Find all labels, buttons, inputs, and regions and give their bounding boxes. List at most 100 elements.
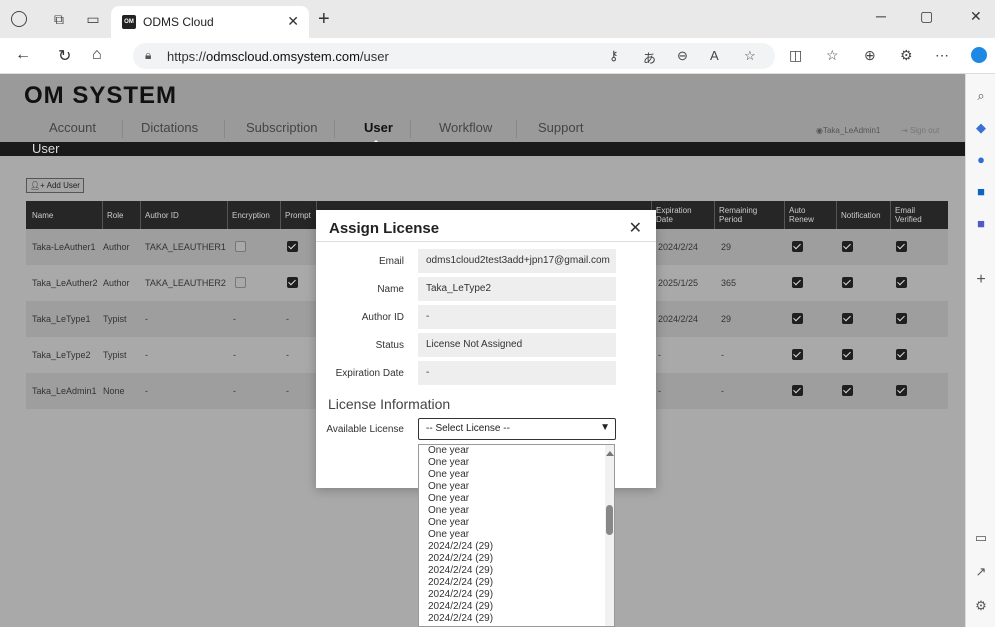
cell-author-id: TAKA_LEAUTHER2 — [145, 278, 226, 288]
cell-encryption: - — [233, 314, 236, 324]
menu-divider — [516, 120, 517, 138]
scroll-up-icon[interactable] — [606, 451, 614, 456]
dialog-divider — [316, 241, 656, 242]
status-label: Status — [375, 340, 404, 351]
prompt-checkbox — [287, 277, 298, 288]
scrollbar-thumb[interactable] — [606, 505, 613, 535]
menu-support[interactable]: Support — [538, 120, 584, 140]
external-icon[interactable]: ↗ — [973, 564, 989, 580]
menu-dictations[interactable]: Dictations — [141, 120, 198, 140]
collections-toolbar-icon[interactable]: ⊕ — [864, 47, 876, 64]
outlook-icon[interactable]: ■ — [973, 184, 989, 200]
more-icon[interactable]: ⋯ — [935, 47, 949, 64]
menu-account[interactable]: Account — [49, 120, 96, 140]
dropdown-option[interactable]: 2024/2/24 (29) — [428, 613, 493, 625]
cell-role: Author — [103, 242, 130, 252]
favorites-list-icon[interactable]: ☆ — [826, 47, 839, 64]
close-window-icon[interactable]: ✕ — [970, 8, 982, 25]
menu-workflow[interactable]: Workflow — [439, 120, 492, 140]
auto-renew-checkbox — [792, 313, 803, 324]
minimize-icon[interactable]: ─ — [876, 8, 886, 24]
tab-close-icon[interactable]: ✕ — [287, 13, 299, 30]
cell-author-id: - — [145, 350, 148, 360]
dropdown-option[interactable]: One year — [428, 529, 469, 541]
dropdown-option[interactable]: 2024/2/24 (29) — [428, 601, 493, 613]
dropdown-option[interactable]: One year — [428, 481, 469, 493]
close-icon[interactable]: ✕ — [629, 218, 642, 238]
settings-icon[interactable]: ⚙ — [973, 598, 989, 614]
dropdown-option[interactable]: One year — [428, 493, 469, 505]
dropdown-option[interactable]: One year — [428, 469, 469, 481]
col-auto-renew: Auto Renew — [784, 201, 824, 229]
dropdown-option[interactable]: One year — [428, 505, 469, 517]
key-icon[interactable]: ⚷ — [609, 48, 619, 64]
author-id-value: - — [418, 305, 616, 329]
home-icon[interactable]: ⌂ — [92, 46, 102, 64]
cell-prompt: - — [286, 314, 289, 324]
col-prompt: Prompt — [280, 201, 311, 229]
cell-role: Typist — [103, 350, 127, 360]
menu-user[interactable]: User — [364, 120, 393, 140]
current-user[interactable]: ◉Taka_LeAdmin1 — [816, 126, 880, 135]
dropdown-option[interactable]: 2024/2/24 (29) — [428, 577, 493, 589]
collections-icon[interactable]: ⧉ — [50, 10, 68, 28]
browser-sidebar: ⌕ ◆ ● ■ ■ + ▭ ↗ ⚙ — [965, 74, 995, 627]
signout-link[interactable]: ⇥ Sign out — [901, 126, 939, 135]
tab-actions-icon[interactable]: ▭ — [84, 10, 102, 28]
license-select[interactable]: -- Select License -- ▼ — [418, 418, 616, 440]
add-sidebar-icon[interactable]: + — [973, 272, 989, 288]
dropdown-option[interactable]: One year — [428, 517, 469, 529]
dropdown-option[interactable]: 2024/2/24 (29) — [428, 541, 493, 553]
cell-remaining: - — [721, 350, 724, 360]
add-user-button[interactable]: 👤︎+ Add User — [26, 178, 84, 193]
chevron-down-icon: ▼ — [600, 422, 610, 433]
auto-renew-checkbox — [792, 349, 803, 360]
cell-role: Typist — [103, 314, 127, 324]
email-verified-checkbox — [896, 277, 907, 288]
zoom-icon[interactable]: ⊖ — [677, 48, 688, 64]
menu-subscription[interactable]: Subscription — [246, 120, 318, 140]
browser-tab[interactable]: OM ODMS Cloud ✕ — [111, 6, 309, 38]
dropdown-option[interactable]: 2024/2/24 (29) — [428, 565, 493, 577]
cell-name: Taka-LeAuther1 — [32, 242, 96, 252]
dropdown-scrollbar[interactable] — [605, 445, 614, 626]
refresh-icon[interactable]: ↻ — [58, 46, 71, 66]
col-remaining: Remaining Period — [714, 201, 770, 229]
split-screen-icon[interactable]: ◫ — [789, 47, 802, 64]
cell-name: Taka_LeAdmin1 — [32, 386, 97, 396]
col-email-verified: Email Verified — [890, 201, 934, 229]
back-icon[interactable]: ← — [15, 46, 31, 64]
email-verified-checkbox — [896, 349, 907, 360]
license-dropdown-list[interactable]: One year One year One year One year One … — [418, 444, 615, 627]
dropdown-option[interactable]: One year — [428, 457, 469, 469]
extensions-icon[interactable]: ⚙ — [900, 47, 913, 64]
tools-icon[interactable]: ● — [973, 152, 989, 168]
read-aloud-icon[interactable]: A — [710, 48, 719, 63]
dropdown-option[interactable]: 2024/2/24 (29) — [428, 553, 493, 565]
browser-tab-bar: ⧉ ▭ OM ODMS Cloud ✕ + ─ ▢ ✕ — [0, 0, 995, 38]
auto-renew-checkbox — [792, 241, 803, 252]
hide-sidebar-icon[interactable]: ▭ — [973, 530, 989, 546]
name-label: Name — [377, 284, 404, 295]
new-tab-icon[interactable]: + — [318, 8, 330, 31]
dropdown-option[interactable]: One year — [428, 445, 469, 457]
shopping-icon[interactable]: ◆ — [973, 120, 989, 136]
translate-icon[interactable]: あ — [643, 48, 656, 67]
maximize-icon[interactable]: ▢ — [920, 8, 933, 25]
copilot-icon[interactable] — [971, 47, 987, 63]
favorite-icon[interactable]: ☆ — [744, 48, 756, 64]
teams-icon[interactable]: ■ — [973, 216, 989, 232]
encryption-checkbox — [235, 241, 246, 252]
dropdown-option[interactable]: 2024/2/24 (29) — [428, 589, 493, 601]
cell-expiration: 2024/2/24 — [658, 242, 699, 252]
profile-icon[interactable] — [11, 11, 27, 27]
email-verified-checkbox — [896, 241, 907, 252]
col-name: Name — [32, 210, 54, 220]
address-bar[interactable]: 🔒︎ https://odmscloud.omsystem.com/user ⚷… — [133, 43, 775, 69]
search-icon[interactable]: ⌕ — [973, 88, 989, 104]
email-value: odms1cloud2test3add+jpn17@gmail.com — [418, 249, 616, 273]
cell-expiration: - — [658, 350, 661, 360]
cell-role: Author — [103, 278, 130, 288]
cell-expiration: - — [658, 386, 661, 396]
col-role: Role — [102, 201, 123, 229]
